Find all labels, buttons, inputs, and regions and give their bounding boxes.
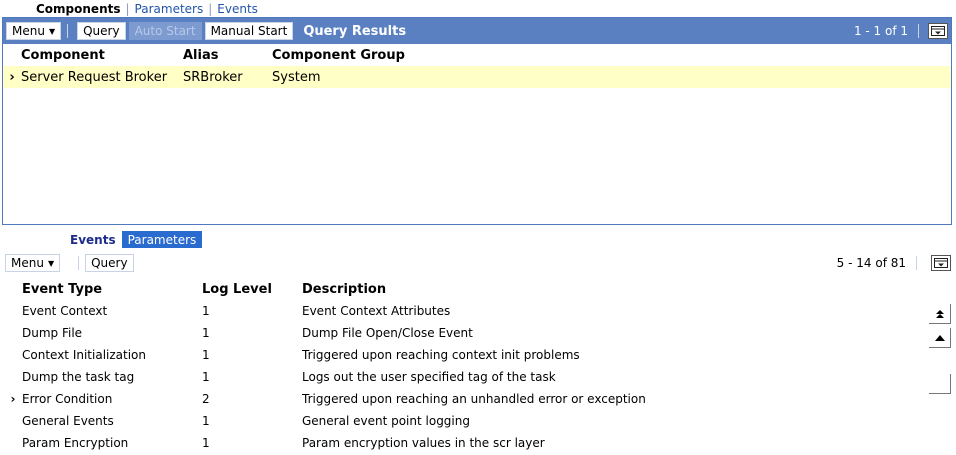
list-header: Component Alias Component Group bbox=[3, 44, 951, 66]
layout-toggle-icon[interactable] bbox=[928, 23, 948, 39]
tab-separator: | bbox=[125, 1, 130, 16]
auto-start-button[interactable]: Auto Start bbox=[128, 22, 202, 40]
events-toolbar: Menu ▼ Query 5 - 14 of 81 bbox=[5, 253, 951, 273]
column-header-component-group[interactable]: Component Group bbox=[272, 44, 951, 66]
toolbar-divider bbox=[78, 256, 80, 270]
cell-event-type[interactable]: Param Encryption bbox=[22, 432, 202, 454]
cell-description[interactable]: Logs out the user specified tag of the t… bbox=[302, 366, 902, 388]
table-row[interactable]: Dump File 1 Dump File Open/Close Event bbox=[4, 322, 902, 344]
row-selected-chevron-icon: › bbox=[10, 392, 16, 406]
cell-description[interactable]: General event point logging bbox=[302, 410, 902, 432]
table-row[interactable]: Event Context 1 Event Context Attributes bbox=[4, 300, 902, 322]
row-selected-chevron-icon: › bbox=[9, 69, 15, 85]
table-row[interactable]: Context Initialization 1 Triggered upon … bbox=[4, 344, 902, 366]
tab-parameters-view[interactable]: Parameters bbox=[121, 231, 203, 248]
events-list: Event Type Log Level Description Event C… bbox=[4, 278, 902, 454]
record-counter-text: 5 - 14 of 81 bbox=[836, 256, 906, 270]
cell-component-group[interactable]: System bbox=[272, 66, 951, 88]
cell-log-level[interactable]: 1 bbox=[202, 322, 302, 344]
components-toolbar: Menu ▼ Query Auto Start Manual Start Que… bbox=[3, 18, 951, 44]
cell-description[interactable]: Dump File Open/Close Event bbox=[302, 322, 902, 344]
cell-event-type[interactable]: Context Initialization bbox=[22, 344, 202, 366]
layout-toggle-icon[interactable] bbox=[931, 255, 951, 271]
cell-event-type[interactable]: Dump the task tag bbox=[22, 366, 202, 388]
scroll-track-button[interactable] bbox=[929, 374, 951, 394]
tab-events-view[interactable]: Events bbox=[70, 231, 122, 248]
manual-start-button[interactable]: Manual Start bbox=[204, 22, 294, 40]
tab-components[interactable]: Components bbox=[36, 2, 121, 16]
cell-event-type[interactable]: Dump File bbox=[22, 322, 202, 344]
screen-tabs: Components | Parameters | Events bbox=[36, 1, 258, 16]
menu-button-label: Menu bbox=[11, 256, 44, 270]
up-arrow-icon bbox=[934, 334, 945, 341]
column-header-alias[interactable]: Alias bbox=[183, 44, 272, 66]
cell-log-level[interactable]: 1 bbox=[202, 432, 302, 454]
record-counter: 5 - 14 of 81 bbox=[837, 253, 917, 273]
query-button[interactable]: Query bbox=[77, 22, 126, 40]
cell-event-type[interactable]: Error Condition bbox=[22, 388, 202, 410]
scroll-up-button[interactable] bbox=[929, 328, 951, 348]
tab-parameters[interactable]: Parameters bbox=[135, 2, 204, 16]
cell-log-level[interactable]: 1 bbox=[202, 344, 302, 366]
menu-button[interactable]: Menu ▼ bbox=[6, 22, 62, 40]
column-header-event-type[interactable]: Event Type bbox=[22, 278, 202, 300]
list-header: Event Type Log Level Description bbox=[4, 278, 902, 300]
toolbar-divider bbox=[918, 24, 919, 38]
cell-event-type[interactable]: Event Context bbox=[22, 300, 202, 322]
table-row[interactable]: Param Encryption 1 Param encryption valu… bbox=[4, 432, 902, 454]
tab-events[interactable]: Events bbox=[217, 2, 258, 16]
toolbar-divider bbox=[916, 256, 917, 270]
double-up-arrow-icon bbox=[935, 309, 944, 318]
table-row[interactable]: General Events 1 General event point log… bbox=[4, 410, 902, 432]
column-header-description[interactable]: Description bbox=[302, 278, 902, 300]
components-list: Component Alias Component Group › Server… bbox=[3, 44, 951, 88]
table-row[interactable]: › Server Request Broker SRBroker System bbox=[3, 66, 951, 88]
toolbar-divider bbox=[67, 24, 69, 38]
menu-button[interactable]: Menu ▼ bbox=[5, 254, 61, 272]
column-header-component[interactable]: Component bbox=[21, 44, 183, 66]
tab-separator: | bbox=[208, 1, 213, 16]
column-header-log-level[interactable]: Log Level bbox=[202, 278, 302, 300]
record-counter-text: 1 - 1 of 1 bbox=[853, 24, 908, 38]
menu-button-label: Menu bbox=[12, 24, 45, 38]
scroll-to-top-button[interactable] bbox=[929, 304, 951, 324]
query-button[interactable]: Query bbox=[85, 254, 134, 272]
cell-description[interactable]: Triggered upon reaching context init pro… bbox=[302, 344, 902, 366]
cell-component[interactable]: Server Request Broker bbox=[21, 66, 183, 88]
record-counter: 1 - 1 of 1 bbox=[854, 18, 919, 44]
cell-event-type[interactable]: General Events bbox=[22, 410, 202, 432]
cell-log-level[interactable]: 1 bbox=[202, 366, 302, 388]
table-row[interactable]: › Error Condition 2 Triggered upon reach… bbox=[4, 388, 902, 410]
cell-description[interactable]: Triggered upon reaching an unhandled err… bbox=[302, 388, 902, 410]
view-tabs: Events Parameters bbox=[70, 231, 203, 248]
cell-alias[interactable]: SRBroker bbox=[183, 66, 272, 88]
cell-description[interactable]: Event Context Attributes bbox=[302, 300, 902, 322]
table-row[interactable]: Dump the task tag 1 Logs out the user sp… bbox=[4, 366, 902, 388]
cell-log-level[interactable]: 2 bbox=[202, 388, 302, 410]
components-applet: Menu ▼ Query Auto Start Manual Start Que… bbox=[2, 17, 952, 225]
cell-description[interactable]: Param encryption values in the scr layer bbox=[302, 432, 902, 454]
cell-log-level[interactable]: 1 bbox=[202, 300, 302, 322]
applet-title: Query Results bbox=[303, 23, 407, 39]
cell-log-level[interactable]: 1 bbox=[202, 410, 302, 432]
dropdown-arrow-icon: ▼ bbox=[48, 26, 56, 36]
dropdown-arrow-icon: ▼ bbox=[47, 258, 55, 268]
